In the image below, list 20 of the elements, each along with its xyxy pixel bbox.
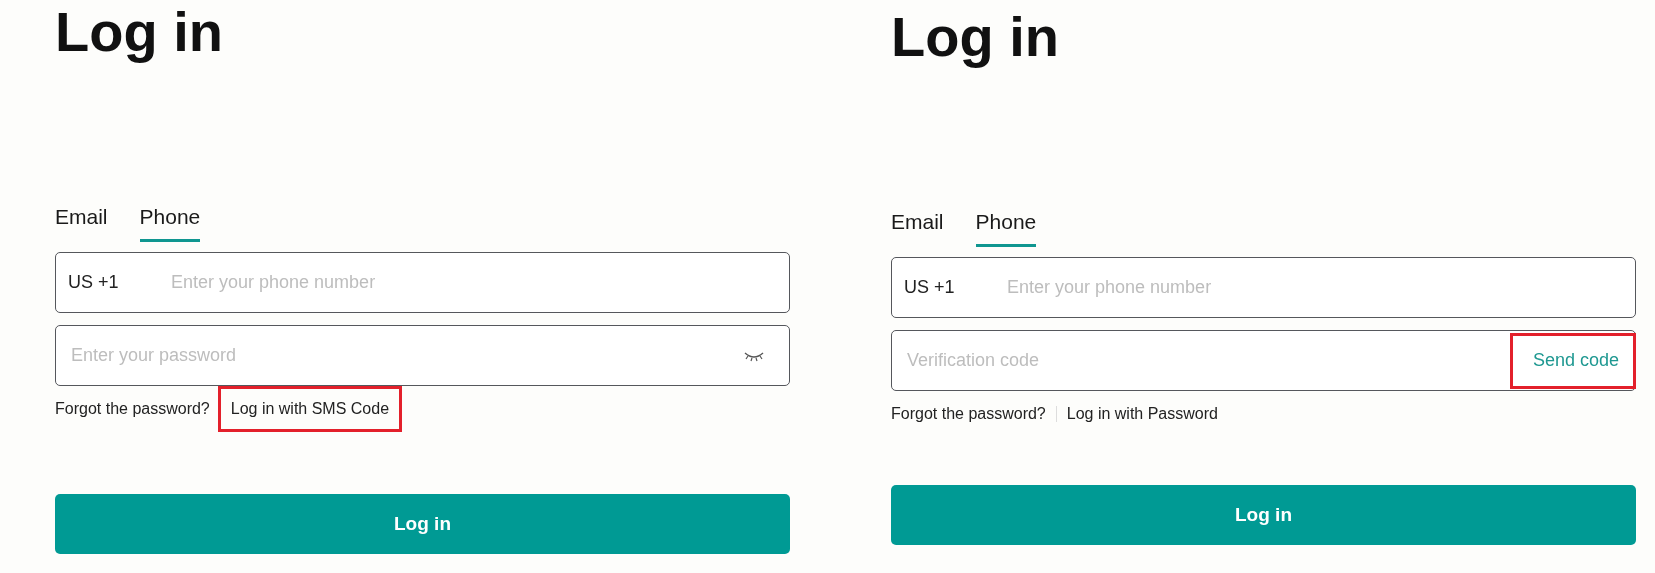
phone-field[interactable]: US +1 Enter your phone number xyxy=(891,257,1636,318)
text-link[interactable]: Forgot the password? xyxy=(891,394,1046,434)
phone-input[interactable]: Enter your phone number xyxy=(992,258,1635,317)
page-title: Log in xyxy=(891,5,1060,69)
tab[interactable]: Email xyxy=(55,202,108,242)
closed-eye-icon[interactable] xyxy=(743,349,765,362)
text-link[interactable]: Forgot the password? xyxy=(55,389,210,429)
phone-field[interactable]: US +1 Enter your phone number xyxy=(55,252,790,313)
page-title: Log in xyxy=(55,0,224,64)
tab[interactable]: Phone xyxy=(975,207,1037,247)
text-link[interactable]: Log in with Password xyxy=(1066,394,1218,434)
code-input[interactable]: Verification code xyxy=(892,331,1510,390)
tab[interactable]: Email xyxy=(891,207,944,247)
country-code[interactable]: US +1 xyxy=(892,277,992,298)
send-code-button[interactable]: Send code xyxy=(1509,332,1636,389)
code-field[interactable]: Verification code Send code xyxy=(891,330,1636,391)
phone-input[interactable]: Enter your phone number xyxy=(156,253,789,312)
text-link[interactable]: Log in with SMS Code xyxy=(217,386,403,432)
country-code[interactable]: US +1 xyxy=(56,272,156,293)
tab[interactable]: Phone xyxy=(139,202,201,242)
